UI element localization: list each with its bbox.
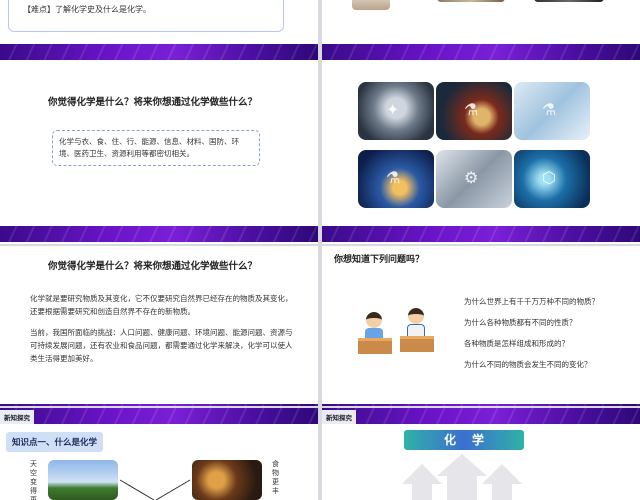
flask-icon: ⚗	[386, 168, 401, 187]
vertical-caption-food: 食物更丰	[272, 460, 279, 495]
knowledge-point-heading: 知识点一、什么是化学	[6, 432, 104, 452]
microscope-icon: ✦	[386, 100, 400, 119]
molecule-tech-photo: ⬡	[514, 150, 590, 208]
liquid-flask-photo: ⚗	[358, 150, 434, 208]
food-photo	[192, 460, 262, 500]
slide-questions[interactable]: 你想知道下列问题吗？ 为什么世界上有千千万万种不同的物质？ 为什么各种物质都有不…	[322, 246, 640, 406]
flask-icon: ⚗	[464, 100, 479, 119]
slide-chemistry-photos[interactable]: ✦ ⚗ ⚗ ⚗ ⚙ ⬡	[322, 62, 640, 244]
slide-learning-goals[interactable]: 【难点】了解化学史及什么是化学。	[0, 0, 318, 62]
question-list: 为什么世界上有千千万万种不同的物质？ 为什么各种物质都有不同的性质？ 各种物质是…	[464, 296, 599, 380]
slide-chemistry-diagram[interactable]: 新知探究 化学	[322, 408, 640, 500]
chemistry-heading: 化学	[404, 430, 524, 450]
answer-box: 化学与衣、食、住、行、能源、信息、材料、国防、环境、医药卫生、资源利用等都密切相…	[52, 130, 260, 166]
sky-landscape-photo	[48, 460, 118, 500]
question-item: 为什么各种物质都有不同的性质？	[464, 318, 577, 327]
connector-lines	[119, 479, 191, 500]
microscope-photo: ✦	[358, 82, 434, 140]
question-heading: 你觉得化学是什么？将来你想通过化学做些什么？	[48, 97, 258, 108]
slide-banner	[0, 408, 318, 424]
slide-banner	[0, 404, 318, 406]
slide-what-is-chemistry-answer[interactable]: 你觉得化学是什么？将来你想通过化学做些什么？ 化学就是要研究物质及其变化，它不仅…	[0, 246, 318, 406]
section-tag: 新知探究	[0, 410, 34, 424]
slide-banner	[322, 404, 640, 406]
beaker-icon: ⚗	[542, 100, 557, 119]
upward-arrows-graphic	[402, 454, 522, 500]
question-item: 为什么世界上有千千万万种不同的物质？	[464, 297, 599, 306]
photo-lab-stand	[352, 0, 390, 10]
glassware-photo: ⚗	[514, 82, 590, 140]
question-item: 为什么不同的物质会发生不同的变化？	[464, 360, 592, 369]
question-heading: 你觉得化学是什么？将来你想通过化学做些什么？	[48, 261, 258, 272]
vertical-caption-sky: 天空变得更	[30, 460, 37, 500]
slide-what-is-chemistry-q[interactable]: 你觉得化学是什么？将来你想通过化学做些什么？ 化学与衣、食、住、行、能源、信息、…	[0, 62, 318, 244]
paragraph-challenges: 当前，我国所面临的挑战：人口问题、健康问题、环境问题、能源问题、资源与可持续发展…	[30, 328, 293, 363]
slide-banner	[322, 44, 640, 60]
paragraph-definition: 化学就是要研究物质及其变化，它不仅要研究自然界已经存在的物质及其变化，还要根据需…	[30, 294, 293, 316]
molecule-icon: ⬡	[542, 168, 556, 187]
slide-images-top[interactable]	[322, 0, 640, 62]
slide-banner	[322, 226, 640, 242]
difficulty-note: 【难点】了解化学史及什么是化学。	[23, 5, 151, 14]
slide-banner	[0, 44, 318, 60]
lab-worker-photo: ⚙	[436, 150, 512, 208]
section-tag: 新知探究	[322, 410, 356, 424]
photo-ancient-vessels	[437, 0, 505, 2]
flasks-photo: ⚗	[436, 82, 512, 140]
questions-title: 你想知道下列问题吗？	[334, 255, 425, 265]
photo-dark-objects	[534, 0, 604, 2]
slide-knowledge-point[interactable]: 新知探究 知识点一、什么是化学 天空变得更 食物更丰	[0, 408, 318, 500]
question-item: 各种物质是怎样组成和形成的？	[464, 339, 569, 348]
goals-box: 【难点】了解化学史及什么是化学。	[8, 0, 284, 32]
slide-banner	[322, 408, 640, 424]
slide-banner	[0, 226, 318, 242]
lab-icon: ⚙	[464, 168, 479, 187]
